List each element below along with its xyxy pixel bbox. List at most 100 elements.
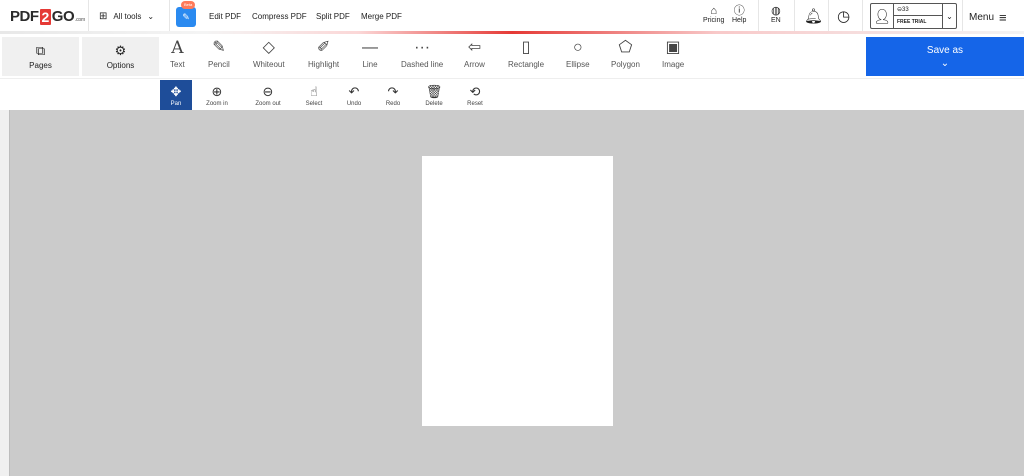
header-accent-line: [0, 31, 1024, 34]
divider: [169, 0, 170, 31]
document-workspace[interactable]: [0, 110, 1024, 476]
tool-highlight[interactable]: ✐ Highlight: [308, 38, 339, 69]
sub-label: Zoom out: [255, 100, 281, 107]
history-clock-icon[interactable]: ◷: [837, 7, 850, 25]
tool-line[interactable]: — Line: [362, 38, 378, 69]
help-link[interactable]: ⓘ Help: [732, 5, 746, 24]
tool-polygon[interactable]: ⬠ Polygon: [611, 38, 640, 69]
tool-label: Pencil: [208, 60, 230, 69]
tool-label: Highlight: [308, 60, 340, 69]
zoom-out-icon: ⊖: [262, 83, 274, 99]
credits-count: ⊖33: [894, 4, 942, 16]
help-label: Help: [732, 17, 747, 24]
tool-label: Line: [362, 60, 378, 69]
save-as-button[interactable]: Save as ⌄: [866, 37, 1024, 76]
sub-label: Delete: [425, 100, 443, 107]
options-button[interactable]: ⚙ Options: [82, 37, 159, 76]
logo-tld: .com: [75, 17, 85, 23]
tool-whiteout[interactable]: ◇ Whiteout: [253, 38, 285, 69]
nav-compress-pdf[interactable]: Compress PDF: [252, 12, 307, 21]
hamburger-icon: ≡: [999, 10, 1007, 25]
zoom-out-button[interactable]: ⊖ Zoom out: [252, 80, 284, 111]
pencil-icon: ✎: [212, 39, 226, 56]
polygon-icon: ⬠: [618, 39, 633, 56]
nav-edit-pdf[interactable]: Edit PDF: [209, 12, 241, 21]
nav-split-pdf[interactable]: Split PDF: [316, 12, 350, 21]
tool-label: Polygon: [611, 60, 640, 69]
pages-icon: ⧉: [35, 42, 46, 58]
divider: [862, 0, 863, 31]
chevron-down-icon: ⌄: [147, 12, 155, 21]
sub-label: Select: [305, 100, 323, 107]
sub-label: Undo: [346, 100, 362, 107]
chevron-down-icon[interactable]: ⌄: [943, 4, 956, 28]
pages-button[interactable]: ⧉ Pages: [2, 37, 79, 76]
chevron-down-icon: ⌄: [940, 57, 950, 69]
delete-button[interactable]: 🗑︎ Delete: [418, 80, 450, 111]
bell-icon[interactable]: 🔔︎: [804, 7, 823, 25]
nav-merge-pdf[interactable]: Merge PDF: [361, 12, 402, 21]
tool-pencil[interactable]: ✎ Pencil: [208, 38, 230, 69]
view-toolbar: ✥ Pan ⊕ Zoom in ⊖ Zoom out ☝ Select ↶ Un…: [0, 78, 1024, 111]
dashed-line-icon: ···: [414, 39, 431, 56]
account-info: ⊖33 FREE TRIAL: [893, 4, 943, 28]
text-icon: A: [171, 38, 184, 58]
logo-prefix: PDF: [10, 8, 39, 25]
tool-text[interactable]: A Text: [170, 38, 185, 69]
pricing-link[interactable]: ⌂ Pricing: [703, 5, 724, 24]
tool-rectangle[interactable]: ▯ Rectangle: [508, 38, 544, 69]
grid-icon: ⊞: [99, 11, 108, 22]
main-menu-button[interactable]: Menu ≡: [969, 10, 1007, 25]
tool-label: Arrow: [464, 60, 485, 69]
credits-value: 33: [902, 7, 909, 13]
select-button[interactable]: ☝ Select: [298, 80, 330, 111]
hand-pointer-icon: ☝: [310, 83, 318, 99]
trash-icon: 🗑︎: [425, 83, 443, 99]
tool-arrow[interactable]: ⇦ Arrow: [464, 38, 485, 69]
redo-button[interactable]: ↷ Redo: [377, 80, 409, 111]
eraser-icon: ◇: [262, 39, 275, 56]
options-label: Options: [106, 60, 135, 70]
undo-button[interactable]: ↶ Undo: [338, 80, 370, 111]
pdf2go-logo[interactable]: PDF 2 GO .com: [10, 8, 85, 25]
pages-label: Pages: [29, 60, 52, 70]
all-tools-dropdown[interactable]: ⊞ All tools ⌄: [99, 11, 154, 22]
rectangle-icon: ▯: [521, 39, 531, 56]
sub-label: Zoom in: [206, 100, 228, 107]
top-header: PDF 2 GO .com ⊞ All tools ⌄ ✎ Beta Edit PDF…: [0, 0, 1024, 33]
line-icon: —: [362, 39, 378, 56]
tool-ellipse[interactable]: ○ Ellipse: [566, 38, 590, 69]
divider: [88, 0, 89, 31]
zoom-in-button[interactable]: ⊕ Zoom in: [201, 80, 233, 111]
sub-label: Pan: [170, 100, 182, 107]
menu-label: Menu: [969, 12, 995, 23]
sub-label: Reset: [467, 100, 483, 107]
redo-icon: ↷: [387, 83, 399, 99]
tool-label: Dashed line: [401, 60, 444, 69]
tool-label: Rectangle: [508, 60, 545, 69]
reset-icon: ⟲: [469, 83, 481, 99]
zoom-in-icon: ⊕: [211, 83, 223, 99]
image-icon: ▣: [665, 39, 681, 56]
language-selector[interactable]: ◍ EN: [771, 5, 781, 24]
sub-label: Redo: [385, 100, 401, 107]
beta-editor-button[interactable]: ✎: [176, 7, 196, 27]
divider: [758, 0, 759, 31]
tag-icon: ⌂: [710, 5, 718, 17]
pricing-label: Pricing: [703, 17, 725, 24]
account-box[interactable]: 👤︎ ⊖33 FREE TRIAL ⌄: [870, 3, 957, 29]
tool-label: Whiteout: [253, 60, 285, 69]
tool-image[interactable]: ▣ Image: [662, 38, 684, 69]
pdf-page[interactable]: [422, 156, 613, 426]
highlighter-icon: ✐: [316, 39, 331, 56]
beta-badge: Beta: [181, 1, 196, 9]
logo-number: 2: [39, 8, 51, 25]
divider: [828, 0, 829, 31]
pan-button[interactable]: ✥ Pan: [160, 80, 192, 111]
left-scroll-strip[interactable]: [0, 110, 10, 476]
question-circle-icon: ⓘ: [733, 5, 745, 17]
reset-button[interactable]: ⟲ Reset: [459, 80, 491, 111]
plan-label: FREE TRIAL: [897, 19, 927, 25]
tool-dashed-line[interactable]: ··· Dashed line: [401, 38, 443, 69]
pan-icon: ✥: [170, 83, 182, 99]
